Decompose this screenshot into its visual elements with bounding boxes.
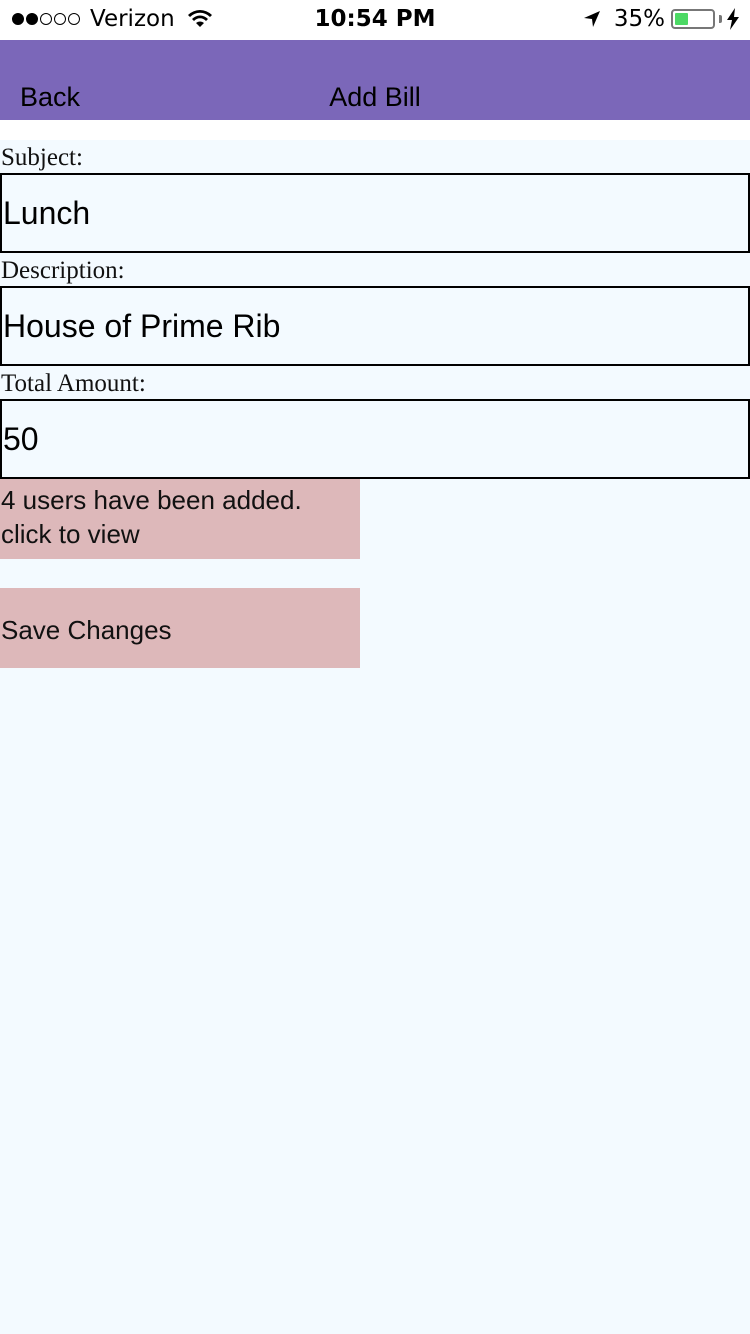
location-arrow-icon	[583, 11, 600, 27]
save-changes-button[interactable]: Save Changes	[0, 588, 360, 668]
add-bill-form: Subject: Description: Total Amount: 4 us…	[0, 140, 750, 668]
description-label: Description:	[1, 257, 125, 284]
total-amount-label: Total Amount:	[1, 370, 146, 397]
navigation-bar: Back Add Bill	[0, 40, 750, 120]
description-input[interactable]	[0, 286, 750, 366]
signal-dot	[54, 13, 66, 25]
page-title: Add Bill	[329, 82, 421, 112]
view-users-button[interactable]: 4 users have been added. click to view	[0, 479, 360, 559]
battery-percentage: 35%	[613, 6, 665, 32]
users-added-text: 4 users have been added.	[1, 485, 302, 515]
charging-bolt-icon	[727, 8, 739, 30]
back-button[interactable]: Back	[20, 82, 80, 113]
total-amount-input[interactable]	[0, 399, 750, 479]
signal-dot	[26, 13, 38, 25]
status-bar: Verizon 10:54 PM 35%	[0, 0, 750, 40]
signal-strength-icon	[12, 13, 82, 25]
status-left: Verizon	[12, 6, 213, 32]
carrier-name: Verizon	[90, 6, 175, 32]
battery-level-fill	[675, 13, 688, 25]
wifi-icon	[187, 10, 212, 27]
subject-input[interactable]	[0, 173, 750, 253]
click-to-view-text: click to view	[1, 519, 140, 549]
subject-label: Subject:	[1, 144, 83, 171]
battery-nub	[719, 15, 722, 23]
signal-dot	[40, 13, 52, 25]
status-right: 35%	[582, 6, 740, 32]
nav-spacer	[0, 120, 750, 140]
signal-dot	[68, 13, 80, 25]
battery-icon	[671, 9, 715, 29]
signal-dot	[12, 13, 24, 25]
